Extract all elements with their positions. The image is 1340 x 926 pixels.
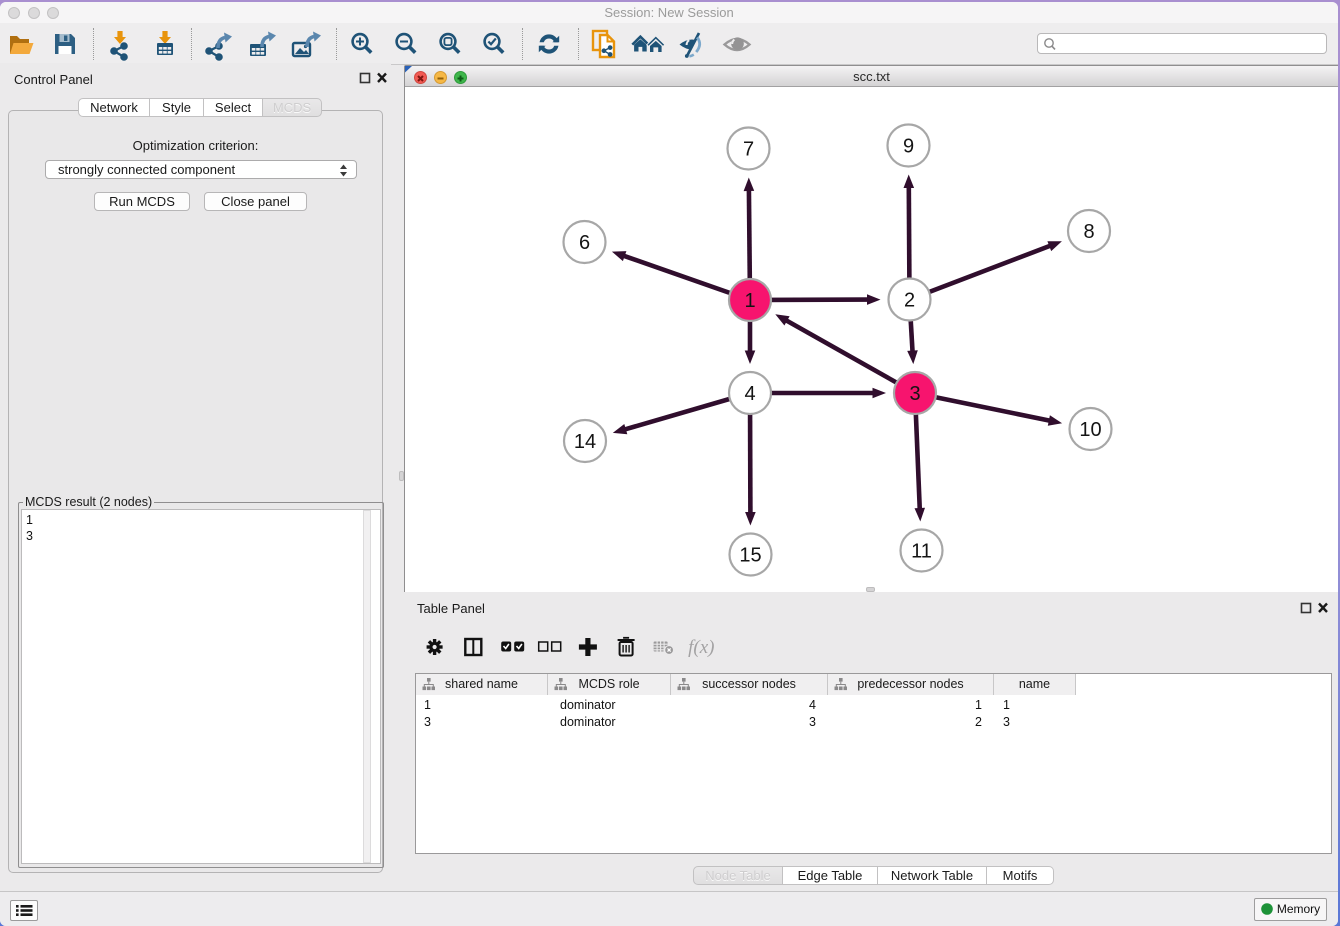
svg-text:2: 2	[904, 290, 915, 312]
svg-text:11: 11	[911, 541, 932, 563]
svg-text:10: 10	[1079, 419, 1101, 441]
svg-text:f(x): f(x)	[688, 637, 714, 658]
svg-text:7: 7	[743, 139, 754, 161]
svg-text:8: 8	[1083, 221, 1094, 243]
svg-text:9: 9	[903, 136, 914, 158]
svg-text:14: 14	[574, 431, 596, 453]
svg-text:4: 4	[744, 383, 755, 405]
svg-text:6: 6	[579, 232, 590, 254]
svg-text:15: 15	[739, 545, 761, 567]
svg-text:3: 3	[909, 383, 920, 405]
svg-text:1: 1	[744, 290, 755, 312]
